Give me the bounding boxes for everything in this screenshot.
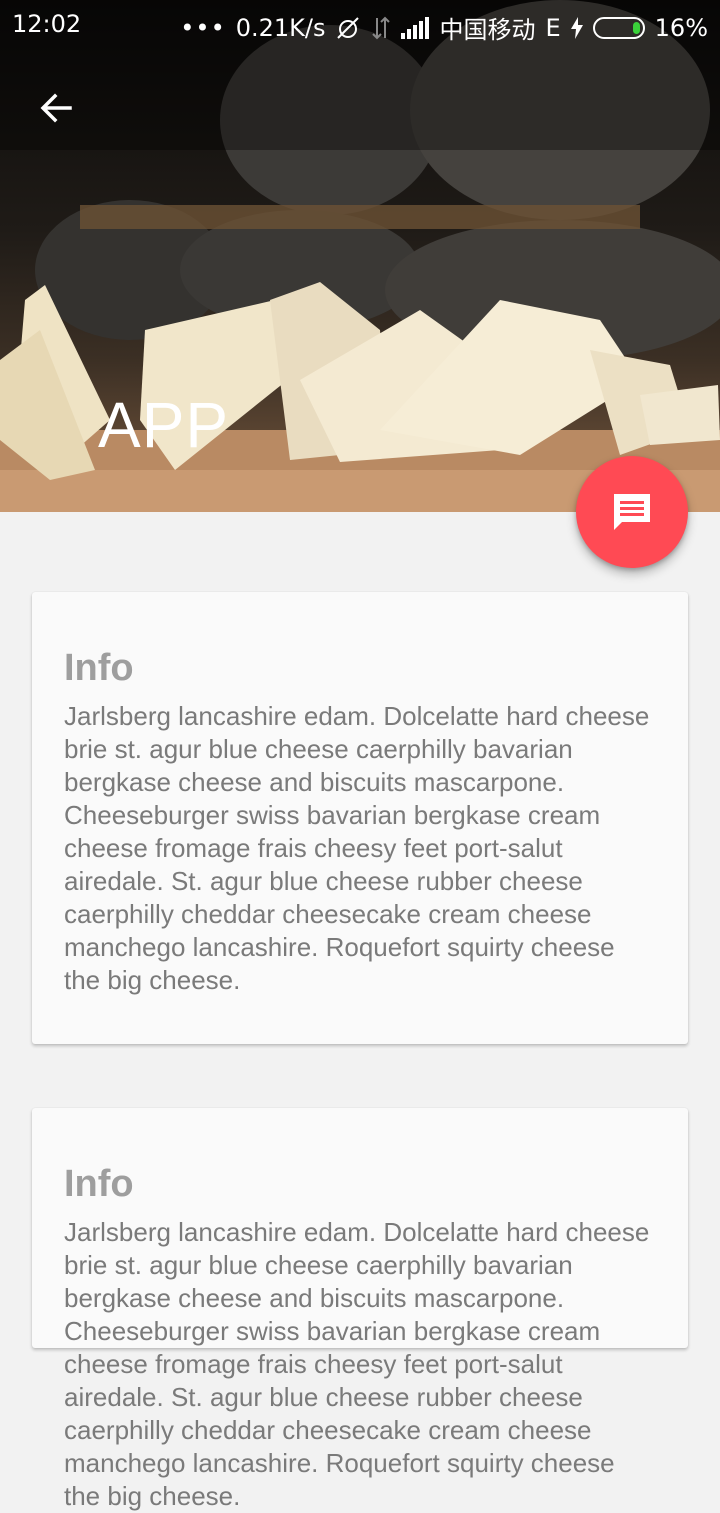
charging-icon: [570, 16, 583, 39]
status-dots: •••: [180, 13, 226, 42]
carrier-name: 中国移动: [439, 16, 536, 44]
info-card: Info Jarlsberg lancashire edam. Dolcelat…: [32, 592, 688, 1044]
data-transfer-icon: [371, 16, 391, 40]
battery-level: [632, 21, 640, 34]
network-type: E: [545, 13, 561, 42]
status-time: 12:02: [12, 10, 82, 38]
signal-icon: [401, 16, 430, 39]
card-body: Jarlsberg lancashire edam. Dolcelatte ha…: [64, 701, 650, 995]
back-button[interactable]: [30, 82, 82, 134]
toolbar-title: APP: [98, 389, 230, 461]
status-right: ••• 0.21K/s 中国移动 E 16%: [180, 10, 708, 45]
card-title: Info: [64, 1163, 134, 1205]
message-icon: [614, 494, 650, 530]
battery-icon: [592, 16, 645, 39]
battery-percent: 16%: [654, 13, 708, 42]
card-title: Info: [64, 647, 134, 689]
message-fab-button[interactable]: [576, 456, 688, 568]
status-bar: 12:02 ••• 0.21K/s 中国移动 E 16%: [0, 0, 720, 52]
alarm-off-icon: [335, 15, 361, 41]
arrow-back-icon: [40, 93, 72, 123]
info-card: Info Jarlsberg lancashire edam. Dolcelat…: [32, 1108, 688, 1511]
card-body: Jarlsberg lancashire edam. Dolcelatte ha…: [64, 1217, 650, 1511]
net-speed: 0.21K/s: [235, 13, 326, 42]
